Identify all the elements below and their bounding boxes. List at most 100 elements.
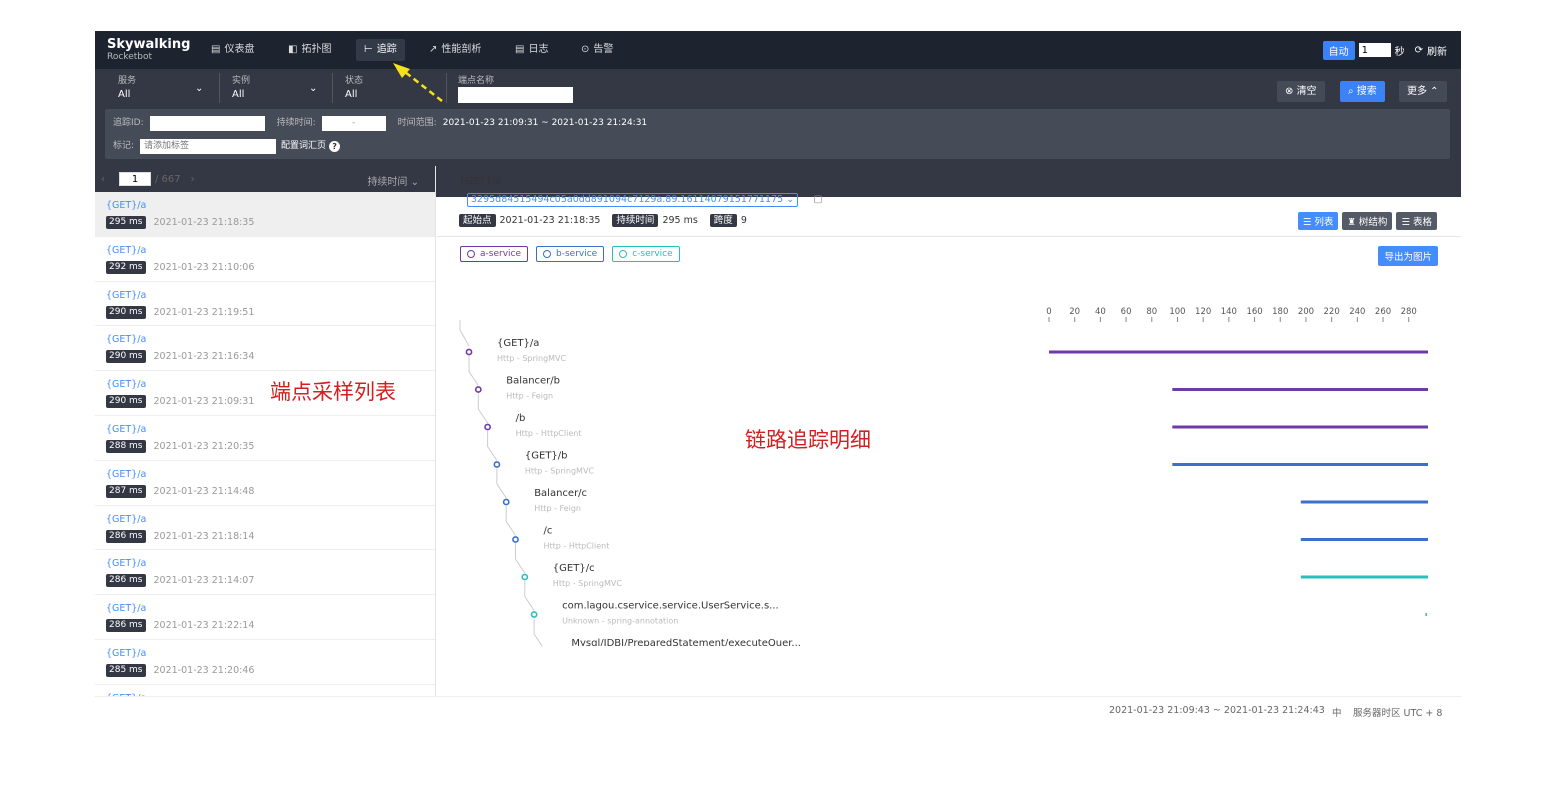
- span-duration-bar: [1172, 463, 1428, 466]
- span-node-icon: [521, 573, 529, 581]
- item-timestamp: 2021-01-23 21:20:35: [153, 440, 255, 452]
- item-timestamp: 2021-01-23 21:14:48: [153, 485, 255, 497]
- trace-header: {GET}/a 3295d84515494c05a0dd891094c7129a…: [437, 166, 1461, 237]
- span-component: Http - Feign: [506, 392, 553, 401]
- duration-badge: 290 ms: [106, 395, 146, 409]
- list-item[interactable]: {GET}/a 286 ms 2021-01-23 21:14:07: [95, 550, 435, 596]
- nav-item[interactable]: ⊢ 追踪: [356, 39, 405, 61]
- instance-select[interactable]: 实例 All: [232, 73, 250, 100]
- search-button[interactable]: ⌕ 搜索: [1340, 81, 1385, 102]
- chevron-up-icon: ⌃: [1427, 86, 1439, 97]
- spans-tag: 跨度: [709, 214, 737, 227]
- span-name: {GET}/a: [497, 338, 539, 349]
- status-label: 状态: [345, 76, 364, 86]
- logo[interactable]: Skywalking Rocketbot: [107, 38, 190, 63]
- start-tag: 起始点: [459, 214, 496, 227]
- axis-tick-label: 260: [1375, 307, 1391, 317]
- tree-connector: [459, 320, 470, 347]
- list-item[interactable]: {GET}/a 290 ms 2021-01-23 21:16:34: [95, 326, 435, 372]
- help-icon[interactable]: ?: [329, 140, 341, 152]
- span-duration-bar: [1300, 538, 1428, 541]
- duration-value: 295 ms: [662, 215, 698, 226]
- list-view-button[interactable]: ☰ 列表: [1297, 212, 1339, 230]
- clipboard-icon[interactable]: ▢: [813, 194, 822, 205]
- duration-label: 持续时间:: [276, 118, 316, 128]
- item-endpoint: {GET}/a: [106, 647, 147, 659]
- nav-item-label: 追踪: [376, 44, 397, 55]
- logo-subtitle: Rocketbot: [107, 52, 153, 62]
- item-endpoint: {GET}/a: [106, 603, 147, 615]
- item-timestamp: 2021-01-23 21:22:14: [153, 620, 255, 632]
- trace-detail: {GET}/a 3295d84515494c05a0dd891094c7129a…: [437, 166, 1461, 696]
- duration-badge: 290 ms: [106, 350, 146, 364]
- service-legend-item[interactable]: a-service: [460, 246, 529, 262]
- axis-tick-label: 40: [1095, 307, 1106, 317]
- next-page-icon[interactable]: ›: [191, 174, 195, 185]
- service-legend: a-service b-service c-service: [460, 246, 680, 262]
- time-range-value[interactable]: 2021-01-23 21:09:31 ~ 2021-01-23 21:24:3…: [443, 115, 647, 131]
- service-select[interactable]: 服务 All: [118, 73, 136, 100]
- duration-badge: 286 ms: [106, 619, 146, 633]
- config-link[interactable]: 配置词汇页: [281, 138, 326, 154]
- list-item[interactable]: {GET}/a 290 ms 2021-01-23 21:19:51: [95, 282, 435, 327]
- list-item[interactable]: {GET}/a 287 ms 2021-01-23 21:14:48: [95, 461, 435, 506]
- nav-item[interactable]: ▤ 日志: [507, 39, 556, 61]
- refresh-button[interactable]: 刷新: [1427, 43, 1447, 58]
- table-view-button[interactable]: ☰ 表格: [1396, 212, 1437, 230]
- tree-connector: [533, 618, 543, 646]
- export-image-button[interactable]: 导出为图片: [1378, 246, 1438, 266]
- duration-badge: 286 ms: [106, 574, 146, 588]
- list-item[interactable]: {GET}/a 285 ms 2021-01-23 21:20:46: [95, 640, 435, 685]
- list-item[interactable]: {GET}/a: [95, 685, 435, 696]
- language-toggle[interactable]: 中: [1332, 705, 1342, 719]
- instance-value: All: [232, 89, 245, 100]
- tree-view-button[interactable]: ♜ 树结构: [1342, 212, 1393, 230]
- duration-range-input[interactable]: [321, 115, 386, 131]
- list-item[interactable]: {GET}/a 295 ms 2021-01-23 21:18:35: [95, 192, 435, 237]
- refresh-icon[interactable]: ⟳: [1415, 45, 1423, 56]
- trace-id-select[interactable]: 3295d84515494c05a0dd891094c7129a.89.1611…: [467, 193, 799, 207]
- item-meta: 290 ms 2021-01-23 21:16:34: [106, 350, 435, 364]
- alarm-icon: ⊙: [581, 44, 590, 55]
- span-name: Balancer/c: [534, 488, 587, 499]
- list-item[interactable]: {GET}/a 288 ms 2021-01-23 21:20:35: [95, 416, 435, 461]
- service-legend-item[interactable]: c-service: [612, 246, 680, 262]
- axis-tick-label: 140: [1221, 307, 1237, 317]
- top-nav: Skywalking Rocketbot ▤ 仪表盘 ◧ 拓扑图 ⊢ 追踪 ↗ 性能剖析 ▤ 日志…: [95, 31, 1461, 69]
- dashboard-icon: ▤: [211, 44, 221, 55]
- tags-input[interactable]: [140, 138, 277, 154]
- sort-label: 持续时间: [367, 177, 408, 188]
- item-meta: 295 ms 2021-01-23 21:18:35: [106, 216, 435, 229]
- nav-item[interactable]: ▤ 仪表盘: [203, 39, 262, 61]
- list-item[interactable]: {GET}/a 292 ms 2021-01-23 21:10:06: [95, 237, 435, 282]
- more-button[interactable]: 更多 ⌃: [1399, 81, 1447, 102]
- prev-page-icon[interactable]: ‹: [101, 174, 105, 185]
- list-item[interactable]: {GET}/a 286 ms 2021-01-23 21:18:14: [95, 506, 435, 551]
- axis-tick-label: 180: [1272, 307, 1288, 317]
- chevron-down-icon[interactable]: ⌄: [309, 83, 317, 94]
- interval-input[interactable]: [1358, 43, 1391, 57]
- nav-item[interactable]: ↗ 性能剖析: [421, 39, 489, 61]
- span-node-icon: [474, 386, 482, 393]
- service-label: 服务: [118, 76, 137, 86]
- span-name: Mysql/JDBI/PreparedStatement/executeQuer…: [571, 638, 801, 646]
- item-endpoint: {GET}/a: [106, 200, 147, 211]
- nav-item[interactable]: ◧ 拓扑图: [280, 39, 339, 61]
- service-legend-item[interactable]: b-service: [536, 246, 605, 262]
- page-input[interactable]: [119, 172, 151, 186]
- chevron-down-icon[interactable]: ⌄: [195, 83, 203, 94]
- clear-button[interactable]: ⊗ 清空: [1277, 81, 1325, 102]
- endpoint-input[interactable]: [458, 87, 573, 103]
- axis-tick-label: 240: [1349, 307, 1365, 317]
- span-name: {GET}/b: [525, 451, 568, 462]
- trace-icon: ⊢: [364, 44, 373, 55]
- auto-refresh-button[interactable]: 自动: [1322, 40, 1355, 60]
- search-label: 搜索: [1356, 86, 1377, 97]
- trace-id-input[interactable]: [149, 115, 265, 131]
- sort-select[interactable]: 持续时间 ⌄: [367, 173, 419, 188]
- nav-item[interactable]: ⊙ 告警: [573, 39, 621, 61]
- circle-icon: [467, 250, 475, 258]
- list-annotation: 端点采样列表: [270, 380, 396, 404]
- status-select[interactable]: 状态 All: [345, 73, 363, 100]
- list-item[interactable]: {GET}/a 286 ms 2021-01-23 21:22:14: [95, 595, 435, 640]
